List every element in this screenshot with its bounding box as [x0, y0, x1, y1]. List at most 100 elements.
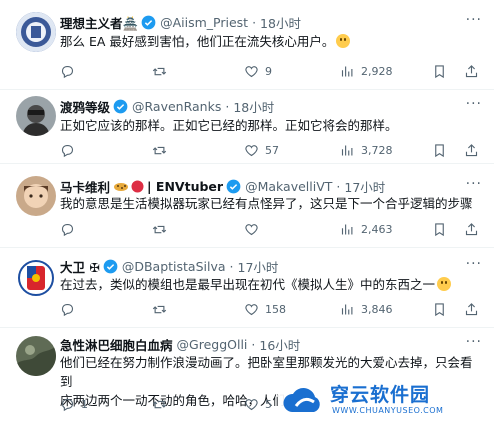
- tweet-header: 渡鸦等级 @RavenRanks · 18小时: [60, 96, 482, 116]
- reply-button[interactable]: 1: [60, 395, 88, 413]
- user-handle[interactable]: @GreggOlli: [177, 337, 248, 352]
- tweet-text: 在过去，类似的模组也是最早出现在初代《模拟人生》中的东西之一: [60, 275, 478, 294]
- separator-dot: ·: [252, 14, 257, 30]
- view-count: 2,928: [361, 64, 393, 78]
- retweet-button[interactable]: [152, 395, 173, 413]
- tweet-text-content: 在过去，类似的模组也是最早出现在初代《模拟人生》中的东西之一: [60, 277, 436, 292]
- share-icon: [465, 222, 478, 235]
- tweet-header: 急性淋巴细胞白血病 @GreggOlli · 16小时: [60, 334, 482, 354]
- tweet-header: 马卡维利 | ENVtuber @MakavelliVT · 17小时: [60, 176, 482, 196]
- display-name-suffix[interactable]: | ENVtuber: [147, 179, 223, 194]
- avatar[interactable]: [16, 176, 56, 216]
- retweet-button[interactable]: [152, 62, 173, 80]
- action-bar: 9 2,928: [56, 62, 482, 80]
- bookmark-button[interactable]: [432, 300, 447, 318]
- bookmark-icon: [435, 64, 444, 78]
- avatar[interactable]: [16, 12, 56, 52]
- reply-button[interactable]: [60, 220, 81, 238]
- reply-button[interactable]: [60, 141, 81, 159]
- like-button[interactable]: [244, 220, 265, 238]
- like-button[interactable]: 158: [244, 300, 286, 318]
- reply-button[interactable]: [60, 62, 81, 80]
- views-button[interactable]: 2,463: [340, 220, 393, 238]
- share-icon: [465, 302, 478, 315]
- timestamp[interactable]: 17小时: [238, 257, 279, 276]
- verified-badge-icon: [141, 15, 156, 29]
- timestamp[interactable]: 17小时: [344, 177, 385, 196]
- avatar[interactable]: [16, 336, 56, 376]
- share-button[interactable]: [464, 300, 479, 318]
- display-name[interactable]: 马卡维利: [60, 177, 110, 196]
- user-handle[interactable]: @Aiism_Priest: [160, 15, 248, 30]
- views-button[interactable]: 3,728: [340, 141, 393, 159]
- cloud-logo-icon: [283, 388, 320, 412]
- timestamp[interactable]: 16小时: [259, 335, 300, 354]
- action-bar: 2,463: [56, 220, 482, 238]
- views-button[interactable]: 3,846: [340, 300, 393, 318]
- reply-icon: [61, 65, 74, 78]
- bookmark-button[interactable]: [432, 62, 447, 80]
- reply-tweet-4[interactable]: 大卫 ✠ @DBaptistaSilva · 17小时 ··· 在过去，类似的模…: [0, 248, 494, 328]
- reply-count: 1: [81, 397, 88, 411]
- user-handle[interactable]: @RavenRanks: [132, 99, 221, 114]
- bookmark-button[interactable]: [432, 220, 447, 238]
- timestamp[interactable]: 18小时: [233, 97, 274, 116]
- laughing-emoji-icon: [437, 277, 452, 291]
- red-circle-emoji-icon: [131, 180, 144, 192]
- reply-icon: [61, 144, 74, 157]
- like-button[interactable]: 9: [244, 62, 272, 80]
- display-name[interactable]: 渡鸦等级: [60, 97, 110, 116]
- retweet-icon: [152, 400, 167, 408]
- more-options-icon[interactable]: ···: [466, 96, 482, 112]
- retweet-button[interactable]: [152, 220, 173, 238]
- avatar[interactable]: [16, 258, 56, 298]
- heart-icon: [245, 303, 258, 315]
- like-button[interactable]: 57: [244, 141, 279, 159]
- reply-tweet-3[interactable]: 马卡维利 | ENVtuber @MakavelliVT · 17小时 ··· …: [0, 164, 494, 248]
- user-handle[interactable]: @MakavelliVT: [245, 179, 332, 194]
- site-watermark: 穿云软件园 WWW.CHUANYUSEO.COM: [278, 378, 488, 422]
- reply-icon: [61, 398, 74, 411]
- like-button[interactable]: 5: [244, 395, 272, 413]
- leopard-emoji-icon: [114, 183, 129, 191]
- retweet-icon: [152, 146, 167, 154]
- bookmark-button[interactable]: [432, 141, 447, 159]
- share-button[interactable]: [464, 141, 479, 159]
- avatar[interactable]: [16, 96, 56, 136]
- bookmark-icon: [435, 143, 444, 157]
- more-options-icon[interactable]: ···: [466, 334, 482, 350]
- separator-dot: ·: [229, 258, 234, 274]
- retweet-icon: [152, 305, 167, 313]
- more-options-icon[interactable]: ···: [466, 176, 482, 192]
- watermark-title: 穿云软件园: [330, 384, 431, 406]
- views-chart-icon: [341, 304, 353, 314]
- reply-tweet-1[interactable]: 理想主义者🏯 @Aiism_Priest · 18小时 ··· 那么 EA 最好…: [0, 0, 494, 90]
- heart-icon: [245, 65, 258, 77]
- share-button[interactable]: [464, 220, 479, 238]
- view-count: 3,728: [361, 143, 393, 157]
- views-button[interactable]: 2,928: [340, 62, 393, 80]
- verified-badge-icon: [226, 179, 241, 193]
- more-options-icon[interactable]: ···: [466, 12, 482, 28]
- sweat-smile-emoji-icon: [336, 34, 351, 48]
- more-options-icon[interactable]: ···: [466, 256, 482, 272]
- tweet-text-content: 我的意思是生活模拟器玩家已经有点怪异了，这只是下一个合乎逻辑的步骤: [60, 196, 473, 211]
- share-icon: [465, 64, 478, 77]
- retweet-button[interactable]: [152, 141, 173, 159]
- display-name[interactable]: 理想主义者🏯: [60, 13, 138, 32]
- heart-icon: [245, 144, 258, 156]
- bookmark-icon: [435, 302, 444, 316]
- share-button[interactable]: [464, 62, 479, 80]
- timestamp[interactable]: 18小时: [260, 13, 301, 32]
- tweet-reply-feed: 理想主义者🏯 @Aiism_Priest · 18小时 ··· 那么 EA 最好…: [0, 0, 494, 423]
- like-count: 158: [265, 302, 286, 316]
- reply-tweet-2[interactable]: 渡鸦等级 @RavenRanks · 18小时 ··· 正如它应该的那样。正如它…: [0, 90, 494, 164]
- tweet-text: 正如它应该的那样。正如它已经的那样。正如它将会的那样。: [60, 116, 478, 135]
- reply-button[interactable]: [60, 300, 81, 318]
- display-name[interactable]: 急性淋巴细胞白血病: [60, 335, 173, 354]
- like-count: 9: [265, 64, 272, 78]
- bookmark-icon: [435, 222, 444, 236]
- user-handle[interactable]: @DBaptistaSilva: [122, 259, 226, 274]
- display-name[interactable]: 大卫 ✠: [60, 257, 100, 276]
- retweet-button[interactable]: [152, 300, 173, 318]
